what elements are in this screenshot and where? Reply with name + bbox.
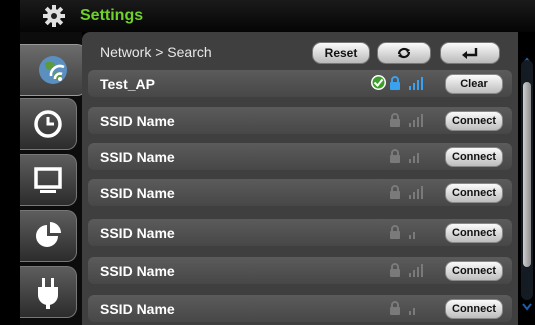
network-icon [39,56,67,84]
signal-icon [409,186,423,199]
tab-clock[interactable] [20,98,77,150]
breadcrumb: Network > Search [100,44,212,60]
page-title: Settings [80,7,144,24]
network-name: Test_AP [100,76,155,92]
scroll-thumb[interactable] [523,82,531,267]
network-name: SSID Name [100,149,175,165]
display-icon [34,167,62,193]
network-name: SSID Name [100,113,175,129]
refresh-icon [397,47,411,59]
connect-button[interactable]: Connect [445,147,503,167]
sidebar [20,32,87,325]
back-button[interactable] [440,42,500,64]
network-name: SSID Name [100,185,175,201]
lock-icon [390,301,400,315]
network-name: SSID Name [100,263,175,279]
connected-network-row[interactable]: Test_AP Clear [88,70,512,97]
signal-icon [409,308,415,315]
connect-button[interactable]: Connect [445,261,503,281]
scrollbar[interactable] [521,60,533,300]
lock-icon [390,225,400,239]
scroll-down-icon[interactable] [521,302,533,312]
network-name: SSID Name [100,301,175,317]
pie-chart-icon [36,222,61,247]
clock-icon [34,110,62,138]
network-row[interactable]: SSID Name Connect [88,107,512,134]
clear-button[interactable]: Clear [445,74,503,94]
signal-icon [409,77,423,90]
lock-icon [390,149,400,163]
network-row[interactable]: SSID Name Connect [88,295,512,322]
connect-button[interactable]: Connect [445,183,503,203]
lock-icon [390,76,400,90]
reset-button[interactable]: Reset [312,42,370,64]
network-row[interactable]: SSID Name Connect [88,143,512,170]
tab-display[interactable] [20,154,77,206]
back-enter-icon [462,48,478,59]
tab-power[interactable] [20,266,77,318]
power-plug-icon [38,278,58,309]
network-row[interactable]: SSID Name Connect [88,257,512,284]
tab-network[interactable] [20,44,87,96]
title-bar: Settings [20,0,535,32]
network-search-panel: Network > Search Reset Test_AP Clear SSI… [82,32,518,325]
signal-icon [409,232,415,239]
lock-icon [390,185,400,199]
refresh-button[interactable] [377,42,431,64]
tab-statistics[interactable] [20,210,77,262]
network-row[interactable]: SSID Name Connect [88,179,512,206]
check-icon [371,75,386,90]
signal-icon [409,153,419,163]
connect-button[interactable]: Connect [445,299,503,319]
network-name: SSID Name [100,225,175,241]
signal-icon [409,114,423,127]
lock-icon [390,263,400,277]
connect-button[interactable]: Connect [445,223,503,243]
lock-icon [390,113,400,127]
connect-button[interactable]: Connect [445,111,503,131]
gear-icon [43,5,65,27]
network-row[interactable]: SSID Name Connect [88,219,512,246]
signal-icon [409,264,423,277]
